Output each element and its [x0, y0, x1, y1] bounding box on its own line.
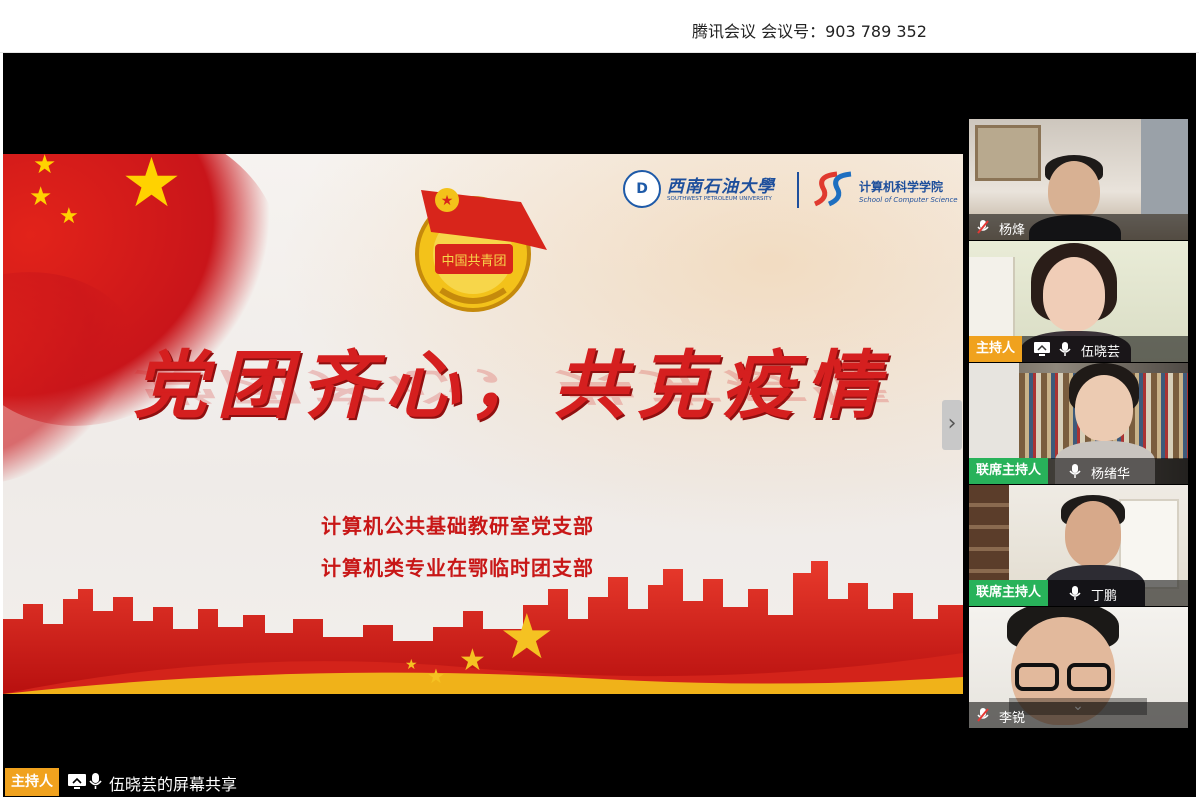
gold-star-icon: ★	[427, 664, 445, 688]
cohost-badge: 联席主持人	[969, 580, 1049, 606]
college-logo-icon	[813, 171, 852, 207]
flag-star-icon: ★	[59, 204, 79, 229]
screen-share-icon	[1034, 342, 1050, 356]
mic-muted-icon	[977, 220, 989, 234]
university-logos: D 西南石油大學 SOUTHWEST PETROLEUM UNIVERSITY …	[623, 166, 963, 212]
meeting-title: 腾讯会议 会议号：903 789 352	[692, 22, 927, 41]
participant-caption: 李锐	[969, 702, 1188, 728]
participant-name: 丁鹏	[1091, 589, 1118, 604]
chevron-right-icon: ›	[947, 411, 957, 436]
meeting-window: 腾讯会议 会议号：903 789 352 ★ ★ ★ ★ ★ 中国共青团 D 西…	[0, 0, 1199, 800]
participant-caption: 联席主持人 杨绪华	[969, 458, 1188, 484]
svg-text:中国共青团: 中国共青团	[441, 254, 506, 269]
gold-star-icon: ★	[405, 657, 418, 673]
mic-icon	[1069, 464, 1081, 478]
participant-caption: 杨烽	[969, 214, 1188, 240]
participant-face	[1048, 161, 1100, 221]
slide-subtitle-1: 计算机公共基础教研室党支部	[321, 514, 594, 538]
participant-tile[interactable]: 杨烽	[969, 119, 1188, 240]
youth-league-emblem: ★ 中国共青团	[415, 188, 547, 312]
participant-tile[interactable]: ⌄ 李锐	[969, 607, 1188, 728]
gold-star-icon: ★	[499, 600, 555, 673]
next-page-button[interactable]: ›	[942, 400, 962, 450]
mic-muted-icon	[977, 708, 989, 722]
college-name: 计算机科学学院	[859, 180, 944, 194]
participant-name: 李锐	[999, 711, 1026, 726]
participant-name: 杨绪华	[1091, 467, 1131, 482]
participant-face	[1065, 501, 1121, 567]
mic-icon	[1069, 586, 1081, 600]
slide-headline-reflection: 党团齐心，共克疫情	[133, 364, 889, 408]
screen-share-status-bar: 主持人 伍晓芸的屏幕共享	[3, 766, 403, 796]
logo-divider	[797, 172, 799, 208]
participant-video-list: 杨烽 主持人 伍晓芸 联席主持人 杨绪华 联席主持人 丁鹏 李锐	[969, 119, 1188, 729]
shared-screen-slide: ★ ★ ★ ★ ★ 中国共青团 D 西南石油大學 SOUTHWEST PETRO…	[3, 154, 963, 694]
svg-text:★: ★	[441, 193, 454, 209]
wall-painting	[975, 125, 1041, 181]
flag-star-icon: ★	[121, 154, 182, 223]
university-name-en: SOUTHWEST PETROLEUM UNIVERSITY	[667, 196, 772, 202]
participant-face	[1075, 375, 1133, 441]
university-seal-icon: D	[623, 170, 661, 208]
participant-caption: 主持人 伍晓芸	[969, 336, 1188, 362]
participant-tile[interactable]: 联席主持人 丁鹏	[969, 485, 1188, 606]
mic-icon	[1059, 342, 1071, 356]
cohost-badge: 联席主持人	[969, 458, 1049, 484]
glasses-right	[1067, 663, 1111, 691]
participant-tile[interactable]: 主持人 伍晓芸	[969, 241, 1188, 362]
screen-share-icon	[68, 774, 86, 789]
participant-tile[interactable]: 联席主持人 杨绪华	[969, 363, 1188, 484]
participant-caption: 联席主持人 丁鹏	[969, 580, 1188, 606]
flag-star-icon: ★	[29, 182, 53, 212]
college-name-en: School of Computer Science	[859, 196, 958, 204]
background-shelf	[969, 485, 1009, 585]
participant-name: 杨烽	[999, 223, 1026, 238]
flag-star-icon: ★	[33, 154, 57, 180]
gold-star-icon: ★	[459, 643, 486, 678]
background-wall	[969, 363, 1019, 459]
screen-share-label: 伍晓芸的屏幕共享	[109, 775, 238, 794]
mic-icon	[89, 773, 102, 789]
title-bar: 腾讯会议 会议号：903 789 352	[0, 0, 1199, 53]
host-badge: 主持人	[969, 336, 1023, 362]
university-name: 西南石油大學	[667, 177, 775, 197]
participant-name: 伍晓芸	[1081, 345, 1121, 360]
glasses-left	[1015, 663, 1059, 691]
background-shelf	[1141, 119, 1188, 214]
participant-face	[1043, 257, 1105, 331]
host-badge: 主持人	[5, 768, 59, 796]
